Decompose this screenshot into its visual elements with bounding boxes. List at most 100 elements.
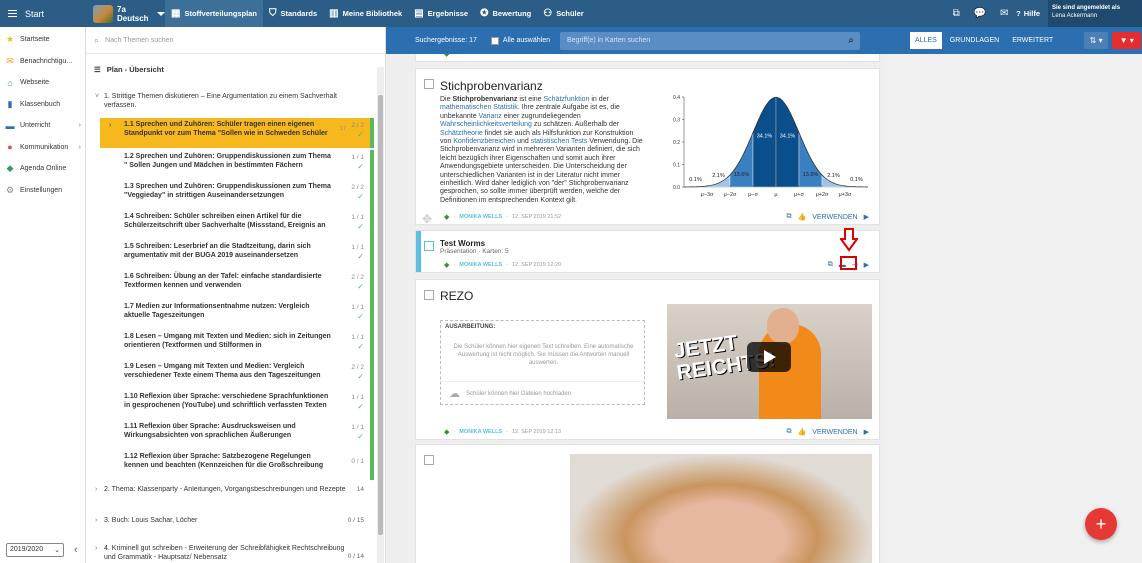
subtopic-item[interactable]: 1.2 Sprechen und Zuhören: Gruppendiskuss… [100, 150, 374, 180]
select-all-checkbox[interactable] [490, 36, 499, 45]
like-icon[interactable]: 👍 [798, 213, 807, 221]
card-rezo[interactable]: REZO AUSARBEITUNG: Die Schüler können hi… [415, 279, 880, 440]
tab-alles[interactable]: ALLES [909, 32, 942, 49]
start-button[interactable]: Start [0, 0, 85, 27]
link[interactable]: Schätztheorie [440, 130, 483, 137]
nav-bewertung[interactable]: ✪ Bewertung [474, 0, 537, 27]
tab-grundlagen[interactable]: GRUNDLAGEN [945, 32, 1004, 49]
topic-4[interactable]: › 4. Kriminell gut schreiben - Erweiteru… [86, 545, 374, 563]
filter-button[interactable]: ▼ ▾ [1112, 32, 1142, 49]
topic-1[interactable]: ˅ 1. Strittige Themen diskutieren – Eine… [86, 93, 374, 113]
copy-icon[interactable]: ⧉ [787, 213, 792, 221]
sort-icon: ⇅ ▾ [1089, 36, 1103, 45]
link[interactable]: statistischen Tests [531, 138, 588, 145]
help-button[interactable]: ? Hilfe [1016, 9, 1040, 18]
card-checkbox[interactable] [424, 241, 434, 251]
subtopic-item[interactable]: 1.6 Schreiben: Übung an der Tafel: einfa… [100, 270, 374, 300]
card-checkbox[interactable] [424, 290, 434, 300]
user-menu[interactable]: Sie sind angemeldet als Lena Ackermann [1048, 0, 1142, 27]
link[interactable]: Konfidenzbereichen [453, 138, 515, 145]
link[interactable]: Wahrscheinlichkeitsverteilung [440, 121, 532, 128]
topic-3[interactable]: › 3. Buch: Louis Sachar, Löcher 0 / 15 [86, 517, 374, 527]
tag-icon: ◆ [444, 214, 450, 221]
subtopic-item[interactable]: 1.8 Lesen – Umgang mit Texten und Medien… [100, 330, 374, 360]
work-area[interactable]: AUSARBEITUNG: Die Schüler können hier ei… [440, 320, 645, 405]
tab-erweitert[interactable]: ERWEITERT [1007, 32, 1058, 49]
chat-icon[interactable]: 💬 [968, 8, 992, 19]
sidebar-item-agenda-online[interactable]: ◆ Agenda Online [0, 158, 85, 180]
status-bar [370, 180, 374, 210]
year-select[interactable]: 2019/2020 ⌄ [6, 543, 64, 557]
sidebar-item-klassenbuch[interactable]: ▮ Klassenbuch [0, 94, 85, 116]
scroll-thumb[interactable] [378, 95, 383, 535]
search-icon[interactable]: ⌕ [848, 35, 854, 46]
sidebar-item-label: Kommunikation [20, 143, 69, 151]
copy-icon[interactable]: ⧉ [828, 261, 833, 269]
sidebar-item-einstellungen[interactable]: ⚙ Einstellungen [0, 180, 85, 202]
play-icon[interactable]: ▶ [864, 261, 869, 269]
subtopic-item[interactable]: 1.12 Reflexion über Sprache: Satzbezogen… [100, 450, 374, 480]
select-all[interactable]: Alle auswählen [490, 36, 550, 45]
mail-icon[interactable]: ✉ [992, 8, 1016, 19]
link[interactable]: Schätzfunktion [544, 96, 590, 103]
add-button[interactable]: + [1085, 508, 1117, 540]
use-button[interactable]: VERWENDEN [812, 429, 857, 436]
sidebar-item-webseite[interactable]: ⌂ Webseite [0, 72, 85, 94]
upload-area[interactable]: ☁ Schüler können hier Dateien hochladen [441, 381, 644, 405]
card-stichprobenvarianz[interactable]: Stichprobenvarianz Die Stichprobenvarian… [415, 68, 880, 226]
sidebar-item-label: Startseite [20, 36, 50, 44]
sidebar-item-benachrichtigungen[interactable]: ✉ Benachrichtigu... [0, 51, 85, 73]
nav-meine-bibliothek[interactable]: ▥ Meine Bibliothek [323, 0, 408, 27]
status-bar [370, 150, 374, 180]
sidebar-item-kommunikation[interactable]: ● Kommunikation › [0, 137, 85, 159]
card-search-input[interactable]: Begriff(e) in Karten suchen ⌕ [559, 31, 860, 50]
sidebar-item-label: Benachrichtigu... [20, 57, 73, 65]
card-photo[interactable] [415, 444, 880, 563]
subtopic-item[interactable]: 1.11 Reflexion über Sprache: Ausdruckswe… [100, 420, 374, 450]
card-footer: ◆ · MONIKA WELLS · 12. SEP 2019 12:20 ⧉ ▬ … [416, 258, 879, 272]
subtopic-item[interactable]: › 1.1 Sprechen und Zuhören: Schüler trage… [100, 118, 374, 148]
card-author[interactable]: MONIKA WELLS [459, 214, 502, 220]
like-icon[interactable]: 👍 [798, 428, 807, 436]
subtopic-item[interactable]: 1.5 Schreiben: Leserbrief an die Stadtze… [100, 240, 374, 270]
subtopic-item[interactable]: 1.7 Medien zur Informationsentnahme nutz… [100, 300, 374, 330]
link[interactable]: mathematischen Statistik [440, 104, 518, 111]
nav-label: Stoffverteilungsplan [184, 9, 257, 18]
subtopic-item[interactable]: 1.4 Schreiben: Schüler schreiben einen A… [100, 210, 374, 240]
check-icon: ✓ [357, 402, 364, 411]
themes-scrollbar[interactable] [377, 67, 384, 563]
topic-title: 1. Strittige Themen diskutieren – Eine A… [104, 93, 337, 109]
nav-standards[interactable]: ⛉ Standards [263, 0, 323, 27]
sidebar-item-startseite[interactable]: ★ Startseite [0, 29, 85, 51]
card-checkbox[interactable] [424, 79, 434, 89]
subtopic-item[interactable]: 1.3 Sprechen und Zuhören: Gruppendiskuss… [100, 180, 374, 210]
sidebar-item-unterricht[interactable]: ▬ Unterricht › [0, 115, 85, 137]
subtopic-item[interactable]: 1.9 Lesen – Umgang mit Texten und Medien… [100, 360, 374, 390]
check-icon: ✓ [357, 372, 364, 381]
subtopic-title: 1.4 Schreiben: Schüler schreiben einen A… [124, 213, 326, 229]
nav-ergebnisse[interactable]: ▤ Ergebnisse [408, 0, 474, 27]
nav-stoffverteilungsplan[interactable]: ▦ Stoffverteilungsplan [165, 0, 263, 27]
card-test-worms[interactable]: Test Worms Präsentation · Karten: 5 ◆ · M… [415, 230, 880, 273]
card-author[interactable]: MONIKA WELLS [459, 429, 502, 435]
chart-icon: ▤ [414, 7, 424, 19]
card-checkbox[interactable] [424, 455, 434, 465]
nav-label: Ergebnisse [427, 9, 469, 18]
link[interactable]: Varianz [479, 113, 502, 120]
topic-2[interactable]: › 2. Thema: Klassenparty - Anleitungen, … [86, 486, 374, 496]
theme-search[interactable]: ⌕ Nach Themen suchen [86, 27, 385, 54]
play-button[interactable] [747, 342, 791, 372]
status-bar [370, 300, 374, 330]
sort-button[interactable]: ⇅ ▾ [1084, 32, 1109, 49]
class-selector[interactable]: 7a Deutsch [85, 4, 165, 23]
subtopic-item[interactable]: 1.10 Reflexion über Sprache: verschieden… [100, 390, 374, 420]
video-thumbnail[interactable]: JETZT REICHTS! [667, 304, 872, 419]
play-icon[interactable]: ▶ [864, 213, 869, 221]
copy-icon[interactable]: ⧉ [787, 428, 792, 436]
cast-icon[interactable]: ⧉ [944, 8, 968, 19]
collapse-sidebar-icon[interactable]: ‹ [74, 544, 78, 556]
card-author[interactable]: MONIKA WELLS [459, 262, 502, 268]
use-button[interactable]: VERWENDEN [812, 214, 857, 221]
play-icon[interactable]: ▶ [864, 428, 869, 436]
nav-schueler[interactable]: ⚇ Schüler [537, 0, 589, 27]
